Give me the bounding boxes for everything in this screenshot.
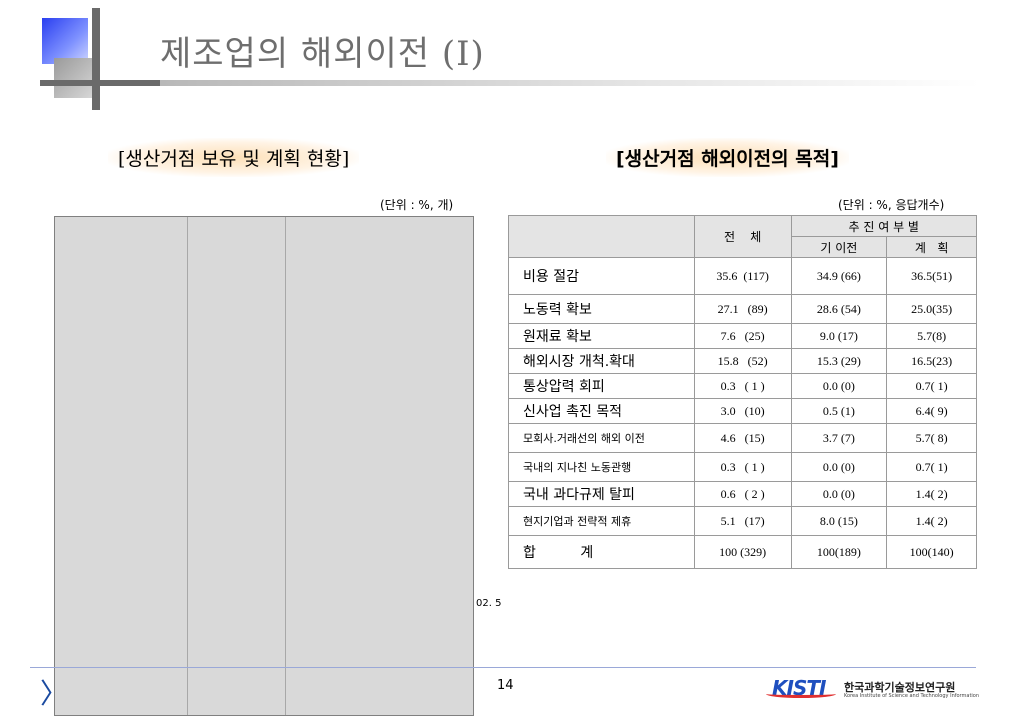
header-done: 기 이전 <box>790 236 888 258</box>
table-row: 비용 절감 35.6 (117) 34.9 (66) 36.5(51) <box>508 257 977 295</box>
table-row: 통상압력 회피 0.3 ( 1 ) 0.0 (0) 0.7( 1) <box>508 373 977 399</box>
right-section-title: [생산거점 해외이전의 목적] <box>606 138 849 177</box>
cell-done: 34.9 (66) <box>790 257 888 295</box>
table-row: 해외시장 개척.확대 15.8 (52) 15.3 (29) 16.5(23) <box>508 348 977 374</box>
slide-title: 제조업의 해외이전 (I) <box>160 34 485 74</box>
left-table-placeholder <box>54 216 474 716</box>
cell-done: 0.0 (0) <box>790 452 888 482</box>
left-section-title: [생산거점 보유 및 계획 현황] <box>108 138 360 177</box>
table-row: 모회사.거래선의 해외 이전 4.6 (15) 3.7 (7) 5.7( 8) <box>508 423 977 453</box>
footer-mark-icon: 〉 <box>40 677 69 710</box>
cell-done: 28.6 (54) <box>790 294 888 324</box>
cell-total: 7.6 (25) <box>693 323 792 349</box>
cell-total: 4.6 (15) <box>693 423 792 453</box>
cell-plan: 1.4( 2) <box>886 481 977 507</box>
title-underline <box>160 80 980 86</box>
row-label: 해외시장 개척.확대 <box>508 348 695 374</box>
cell-done: 3.7 (7) <box>790 423 888 453</box>
left-table-column-divider <box>285 217 286 715</box>
cell-plan: 5.7( 8) <box>886 423 977 453</box>
cell-total: 15.8 (52) <box>693 348 792 374</box>
page-number: 14 <box>497 678 514 693</box>
source-note-fragment: 02. 5 <box>476 598 502 609</box>
cell-done: 0.0 (0) <box>790 481 888 507</box>
cell-total: 0.6 ( 2 ) <box>693 481 792 507</box>
left-table-column-divider <box>187 217 188 715</box>
table-row: 원재료 확보 7.6 (25) 9.0 (17) 5.7(8) <box>508 323 977 349</box>
table-row: 국내 과다규제 탈피 0.6 ( 2 ) 0.0 (0) 1.4( 2) <box>508 481 977 507</box>
cell-total: 3.0 (10) <box>693 398 792 424</box>
row-label: 노동력 확보 <box>508 294 695 324</box>
table-row: 노동력 확보 27.1 (89) 28.6 (54) 25.0(35) <box>508 294 977 324</box>
header-plan: 계 획 <box>886 236 977 258</box>
cell-total: 5.1 (17) <box>693 506 792 536</box>
kisti-swoosh-icon <box>766 690 836 698</box>
row-label: 국내 과다규제 탈피 <box>508 481 695 507</box>
cell-plan: 0.7( 1) <box>886 373 977 399</box>
table-row: 신사업 촉진 목적 3.0 (10) 0.5 (1) 6.4( 9) <box>508 398 977 424</box>
cell-total: 35.6 (117) <box>693 257 792 295</box>
cell-done: 15.3 (29) <box>790 348 888 374</box>
cell-plan: 16.5(23) <box>886 348 977 374</box>
cell-done: 0.5 (1) <box>790 398 888 424</box>
cell-done: 8.0 (15) <box>790 506 888 536</box>
decoration-horizontal-bar <box>40 80 160 86</box>
cell-plan: 1.4( 2) <box>886 506 977 536</box>
row-label: 원재료 확보 <box>508 323 695 349</box>
cell-plan: 25.0(35) <box>886 294 977 324</box>
header-blank <box>508 215 695 258</box>
footer-divider <box>30 667 976 668</box>
header-group: 추 진 여 부 별 <box>790 215 977 237</box>
cell-done: 100(189) <box>790 535 888 569</box>
kisti-logo: KISTI 한국과학기술정보연구원 Korea Institute of Sci… <box>766 676 980 706</box>
decoration-grey-square <box>54 58 94 98</box>
row-label: 비용 절감 <box>508 257 695 295</box>
cell-total: 0.3 ( 1 ) <box>693 373 792 399</box>
cell-plan: 100(140) <box>886 535 977 569</box>
row-label: 통상압력 회피 <box>508 373 695 399</box>
row-label: 국내의 지나친 노동관행 <box>508 452 695 482</box>
row-label: 모회사.거래선의 해외 이전 <box>508 423 695 453</box>
purpose-table: 전 체 추 진 여 부 별 기 이전 계 획 비용 절감 35.6 (117) … <box>508 215 977 569</box>
kisti-org-subtitle: Korea Institute of Science and Technolog… <box>844 693 980 699</box>
cell-plan: 0.7( 1) <box>886 452 977 482</box>
cell-plan: 6.4( 9) <box>886 398 977 424</box>
title-decoration <box>0 0 160 115</box>
cell-total: 27.1 (89) <box>693 294 792 324</box>
decoration-vertical-bar <box>92 8 100 110</box>
header-total: 전 체 <box>693 215 792 258</box>
table-row: 현지기업과 전략적 제휴 5.1 (17) 8.0 (15) 1.4( 2) <box>508 506 977 536</box>
cell-plan: 5.7(8) <box>886 323 977 349</box>
cell-done: 0.0 (0) <box>790 373 888 399</box>
row-label: 현지기업과 전략적 제휴 <box>508 506 695 536</box>
right-unit-note: (단위 : %, 응답개수) <box>838 198 945 212</box>
row-label: 신사업 촉진 목적 <box>508 398 695 424</box>
cell-done: 9.0 (17) <box>790 323 888 349</box>
table-total-row: 합 계 100 (329) 100(189) 100(140) <box>508 535 977 569</box>
left-unit-note: (단위 : %, 개) <box>380 198 454 212</box>
cell-total: 0.3 ( 1 ) <box>693 452 792 482</box>
row-label: 합 계 <box>508 535 695 569</box>
cell-total: 100 (329) <box>693 535 792 569</box>
cell-plan: 36.5(51) <box>886 257 977 295</box>
table-row: 국내의 지나친 노동관행 0.3 ( 1 ) 0.0 (0) 0.7( 1) <box>508 452 977 482</box>
